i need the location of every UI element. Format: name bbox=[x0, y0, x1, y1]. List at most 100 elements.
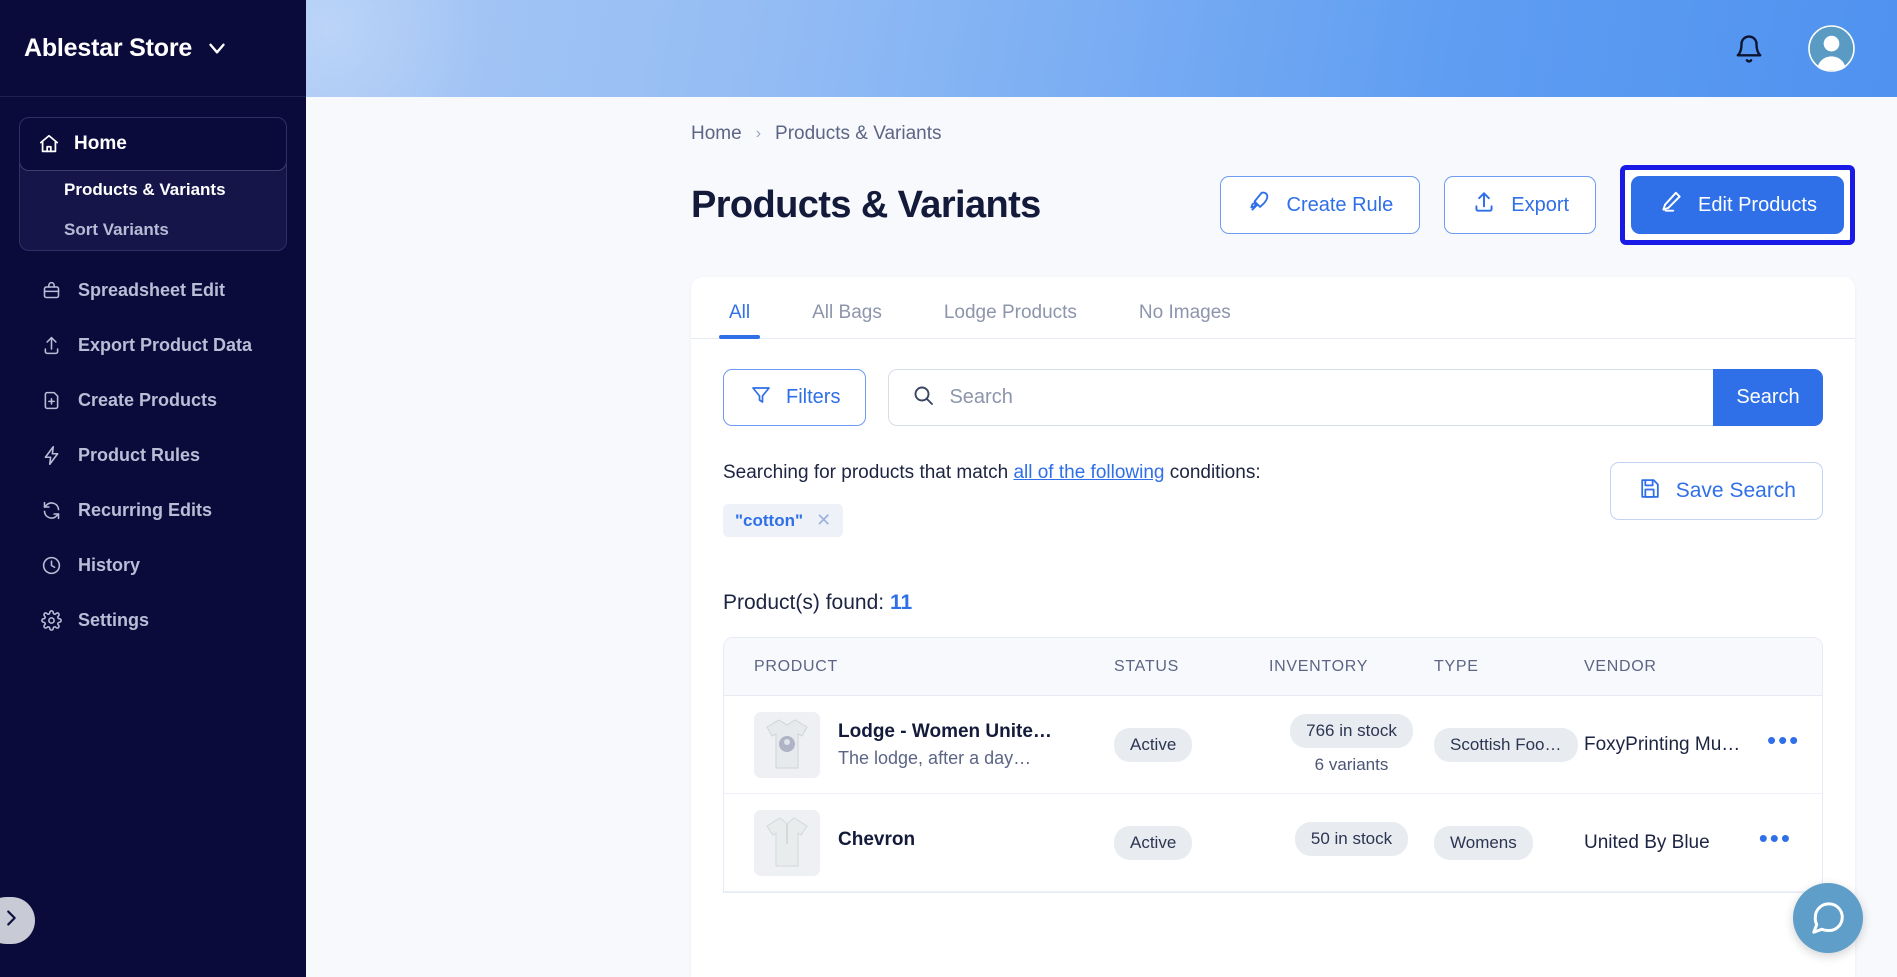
search-button[interactable]: Search bbox=[1713, 369, 1823, 426]
store-name: Ablestar Store bbox=[24, 33, 193, 62]
sidebar-expand-toggle[interactable] bbox=[0, 897, 35, 944]
upload-icon bbox=[1471, 189, 1497, 221]
product-description: The lodge, after a day… bbox=[838, 747, 1032, 768]
type-badge: Womens bbox=[1434, 825, 1533, 860]
inventory-badge: 50 in stock bbox=[1294, 822, 1409, 856]
type-badge: Scottish Foo… bbox=[1434, 727, 1578, 762]
search-input[interactable] bbox=[949, 386, 1691, 409]
home-icon bbox=[38, 133, 60, 155]
file-plus-icon bbox=[38, 390, 64, 411]
tab-no-images[interactable]: No Images bbox=[1133, 302, 1237, 338]
tab-lodge-products[interactable]: Lodge Products bbox=[938, 302, 1083, 338]
sidebar-item-sort-variants[interactable]: Sort Variants bbox=[20, 210, 286, 250]
inventory-cell: 50 in stock bbox=[1269, 822, 1434, 863]
bell-icon[interactable] bbox=[1734, 34, 1764, 64]
sidebar-home-group: Home Products & Variants Sort Variants bbox=[19, 117, 287, 251]
gear-icon bbox=[38, 610, 64, 631]
column-header-status: STATUS bbox=[1114, 657, 1179, 675]
save-search-label: Save Search bbox=[1675, 479, 1796, 502]
product-text: Chevron bbox=[838, 829, 915, 856]
search-control: Search bbox=[888, 369, 1823, 426]
page-title: Products & Variants bbox=[691, 183, 1041, 226]
sidebar-item-product-rules[interactable]: Product Rules bbox=[19, 428, 287, 483]
products-table: PRODUCT STATUS INVENTORY TYPE VENDOR Lod… bbox=[723, 637, 1823, 893]
inventory-cell: 766 in stock 6 variants bbox=[1269, 714, 1434, 775]
condition-chip[interactable]: "cotton" ✕ bbox=[723, 504, 844, 537]
sidebar-item-recurring-edits[interactable]: Recurring Edits bbox=[19, 483, 287, 538]
lightning-icon bbox=[38, 445, 64, 466]
rocket-icon bbox=[1247, 189, 1273, 221]
user-avatar-icon[interactable] bbox=[1808, 25, 1855, 72]
product-title[interactable]: Chevron bbox=[838, 829, 915, 851]
sidebar-label: Product Rules bbox=[78, 445, 201, 465]
sidebar-item-home[interactable]: Home bbox=[20, 118, 286, 171]
product-title[interactable]: Lodge - Women Unite… bbox=[838, 721, 1052, 743]
table-row[interactable]: Lodge - Women Unite… The lodge, after a … bbox=[724, 696, 1822, 794]
pencil-icon bbox=[1658, 189, 1684, 221]
breadcrumb-home[interactable]: Home bbox=[691, 123, 742, 145]
condition-chip-label: "cotton" bbox=[735, 510, 804, 530]
sidebar-item-create-products[interactable]: Create Products bbox=[19, 373, 287, 428]
chat-bubble-icon[interactable] bbox=[1793, 883, 1863, 953]
column-header-type: TYPE bbox=[1434, 657, 1479, 675]
sidebar-item-settings[interactable]: Settings bbox=[19, 593, 287, 648]
type-cell: Womens bbox=[1434, 825, 1584, 860]
conditions-match-link[interactable]: all of the following bbox=[1013, 462, 1164, 483]
vendor-cell: United By Blue bbox=[1584, 831, 1710, 853]
sidebar-item-spreadsheet-edit[interactable]: Spreadsheet Edit bbox=[19, 263, 287, 318]
store-switcher[interactable]: Ablestar Store bbox=[0, 0, 306, 97]
edit-products-button[interactable]: Edit Products bbox=[1631, 176, 1844, 234]
table-row[interactable]: Chevron Active 50 in stock Womens United… bbox=[724, 794, 1822, 892]
tab-all[interactable]: All bbox=[718, 302, 761, 339]
sidebar: Ablestar Store Home Products & Variants … bbox=[0, 0, 306, 977]
tab-all-bags[interactable]: All Bags bbox=[806, 302, 888, 338]
sidebar-item-products-variants[interactable]: Products & Variants bbox=[20, 170, 286, 210]
export-label: Export bbox=[1511, 193, 1570, 216]
shirt-thumbnail bbox=[754, 809, 820, 876]
sidebar-label: Recurring Edits bbox=[78, 500, 213, 520]
more-horizontal-icon[interactable]: ••• bbox=[1759, 823, 1792, 853]
sidebar-item-history[interactable]: History bbox=[19, 538, 287, 593]
results-number: 11 bbox=[889, 591, 913, 614]
clock-icon bbox=[38, 555, 64, 576]
create-rule-button[interactable]: Create Rule bbox=[1219, 176, 1421, 234]
row-actions[interactable]: ••• bbox=[1732, 825, 1792, 852]
filters-button[interactable]: Filters bbox=[723, 369, 867, 426]
chevron-right-icon bbox=[0, 907, 22, 934]
results-label: Product(s) found: bbox=[723, 591, 885, 614]
search-toolbar: Filters Search bbox=[691, 339, 1855, 426]
column-header-product: PRODUCT bbox=[754, 657, 839, 675]
breadcrumb-current[interactable]: Products & Variants bbox=[775, 123, 942, 145]
page-content: Home › Products & Variants Products & Va… bbox=[306, 97, 1897, 977]
sidebar-label: History bbox=[78, 555, 141, 575]
upload-icon bbox=[38, 335, 64, 356]
sidebar-label: Create Products bbox=[78, 390, 218, 410]
column-header-vendor: VENDOR bbox=[1584, 657, 1657, 675]
conditions-suffix: conditions: bbox=[1164, 462, 1261, 483]
conditions-text: Searching for products that match all of… bbox=[723, 462, 1261, 484]
status-cell: Active bbox=[1114, 727, 1269, 762]
status-badge: Active bbox=[1114, 825, 1193, 860]
breadcrumb-separator-icon: › bbox=[755, 125, 762, 142]
products-card: All All Bags Lodge Products No Images Fi… bbox=[691, 277, 1855, 977]
row-actions[interactable]: ••• bbox=[1740, 727, 1800, 754]
refresh-icon bbox=[38, 500, 64, 521]
sidebar-item-export-product-data[interactable]: Export Product Data bbox=[19, 318, 287, 373]
product-cell: Chevron bbox=[754, 809, 1114, 876]
sidebar-label: Settings bbox=[78, 610, 150, 630]
export-button[interactable]: Export bbox=[1444, 176, 1597, 234]
column-header-inventory: INVENTORY bbox=[1269, 657, 1369, 675]
app-root: Ablestar Store Home Products & Variants … bbox=[0, 0, 1897, 977]
product-text: Lodge - Women Unite… The lodge, after a … bbox=[838, 721, 1052, 769]
more-horizontal-icon[interactable]: ••• bbox=[1767, 725, 1800, 755]
status-badge: Active bbox=[1114, 727, 1193, 762]
search-field[interactable] bbox=[888, 369, 1713, 426]
filters-label: Filters bbox=[786, 386, 841, 408]
save-search-button[interactable]: Save Search bbox=[1609, 462, 1823, 520]
main-area: Home › Products & Variants Products & Va… bbox=[306, 0, 1897, 977]
sidebar-label: Spreadsheet Edit bbox=[78, 280, 226, 300]
results-count: Product(s) found: 11 bbox=[691, 591, 1855, 615]
table-header-row: PRODUCT STATUS INVENTORY TYPE VENDOR bbox=[724, 638, 1822, 696]
spreadsheet-icon bbox=[38, 280, 64, 301]
close-icon[interactable]: ✕ bbox=[816, 510, 831, 531]
